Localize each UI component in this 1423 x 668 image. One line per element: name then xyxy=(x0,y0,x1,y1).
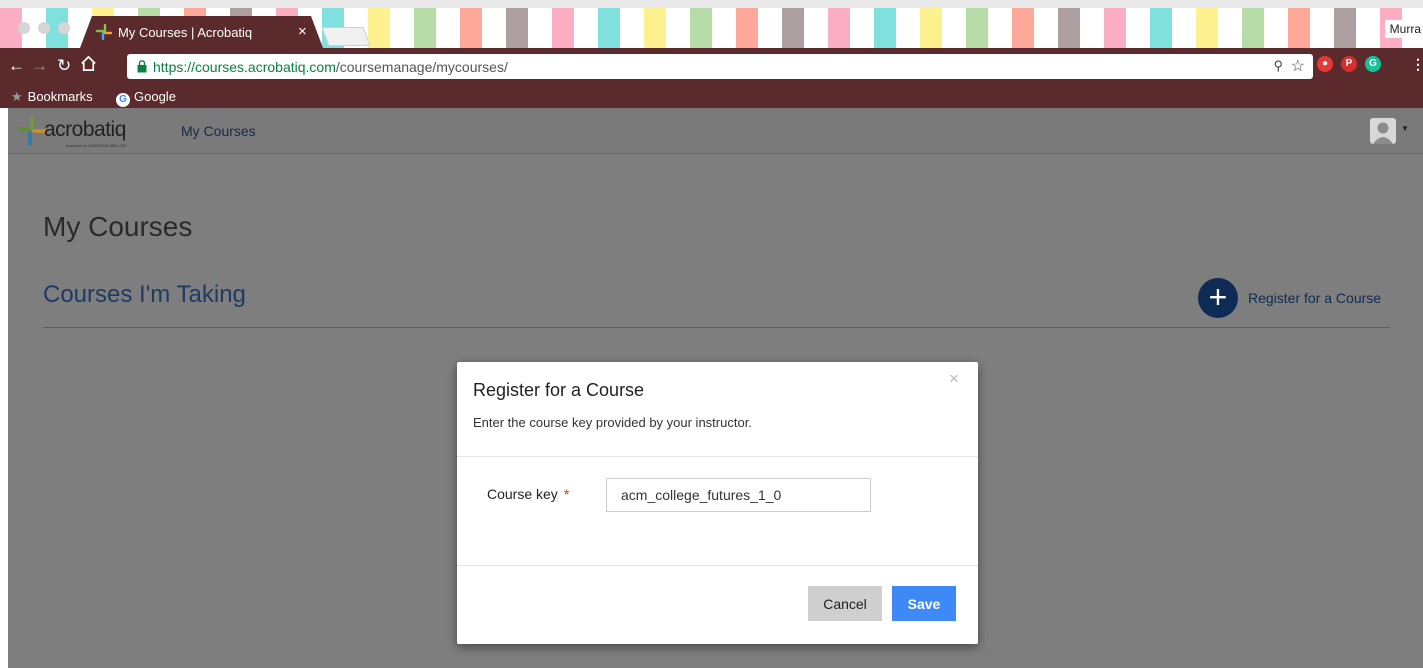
adblock-extension-icon[interactable]: ● xyxy=(1317,56,1333,72)
course-key-label: Course key * xyxy=(487,486,569,502)
nav-my-courses[interactable]: My Courses xyxy=(181,123,256,139)
page-title: My Courses xyxy=(43,211,193,242)
browser-toolbar: ← → ↻ https://courses.acrobatiq.com/cour… xyxy=(0,48,1423,88)
bookmarks-label: Bookmarks xyxy=(27,89,93,104)
required-marker: * xyxy=(563,486,570,502)
browser-tab-strip: My Courses | Acrobatiq × Murra xyxy=(0,0,1423,48)
modal-footer-divider xyxy=(457,565,978,566)
cancel-button[interactable]: Cancel xyxy=(808,586,882,621)
profile-name[interactable]: Murra xyxy=(1384,20,1423,38)
logo-wordmark: acrobatiq xyxy=(44,118,126,141)
register-course-label: Register for a Course xyxy=(1248,290,1382,306)
tab-close-icon[interactable]: × xyxy=(298,23,307,40)
window-zoom-button[interactable] xyxy=(58,22,70,34)
section-divider xyxy=(43,327,1390,328)
pinterest-extension-icon[interactable]: P xyxy=(1341,56,1357,72)
window-minimize-button[interactable] xyxy=(38,22,50,34)
tab-title: My Courses | Acrobatiq xyxy=(118,25,253,40)
modal-header-divider xyxy=(457,456,978,457)
register-course-modal: × Register for a Course Enter the course… xyxy=(457,362,978,644)
bookmark-google-label: Google xyxy=(134,89,176,104)
bookmarks-folder[interactable]: ★ Bookmarks xyxy=(11,89,93,105)
arrow-right-icon[interactable]: → xyxy=(31,56,48,76)
close-icon[interactable]: × xyxy=(949,369,959,389)
plus-circle-icon: + xyxy=(1198,278,1238,318)
acrobatiq-logo-icon xyxy=(17,116,47,146)
page-left-edge xyxy=(0,108,8,668)
url-origin: https://courses.acrobatiq.com xyxy=(153,59,336,75)
acrobatiq-logo[interactable]: acrobatiq powered by CARNEGIE MELLON xyxy=(17,116,126,151)
star-icon[interactable]: ☆ xyxy=(1291,56,1305,76)
acrobatiq-favicon-icon xyxy=(96,24,112,40)
modal-description: Enter the course key provided by your in… xyxy=(473,415,752,430)
kebab-menu-icon[interactable]: ⋮ xyxy=(1411,56,1423,73)
url-text: https://courses.acrobatiq.com/coursemana… xyxy=(153,59,508,75)
arrow-left-icon[interactable]: ← xyxy=(8,56,25,76)
browser-tab-active[interactable]: My Courses | Acrobatiq × xyxy=(80,16,323,48)
window-close-button[interactable] xyxy=(18,22,30,34)
reload-icon[interactable]: ↻ xyxy=(57,56,71,76)
address-bar[interactable]: https://courses.acrobatiq.com/coursemana… xyxy=(127,54,1313,79)
url-path: /coursemanage/mycourses/ xyxy=(335,59,508,75)
app-navbar: acrobatiq powered by CARNEGIE MELLON My … xyxy=(8,108,1423,154)
bookmark-google[interactable]: G Google xyxy=(116,89,176,107)
course-key-input[interactable] xyxy=(606,478,871,512)
google-icon: G xyxy=(116,93,130,107)
save-button[interactable]: Save xyxy=(892,586,956,621)
home-icon[interactable] xyxy=(79,54,98,78)
new-tab-button[interactable] xyxy=(321,27,371,46)
section-title: Courses I'm Taking xyxy=(43,281,246,308)
tab-strip-top-edge xyxy=(0,0,1423,8)
grammarly-extension-icon[interactable]: G xyxy=(1365,56,1381,72)
bookmark-star-icon: ★ xyxy=(11,89,23,104)
bookmarks-bar: ★ Bookmarks G Google xyxy=(0,88,1423,108)
logo-subtitle: powered by CARNEGIE MELLON xyxy=(66,143,127,148)
modal-title: Register for a Course xyxy=(473,380,645,400)
caret-down-icon[interactable]: ▼ xyxy=(1401,124,1409,133)
course-key-label-text: Course key xyxy=(487,486,558,502)
user-avatar-icon[interactable] xyxy=(1370,118,1396,144)
key-icon[interactable]: ⚲ xyxy=(1273,58,1283,74)
lock-icon xyxy=(137,60,147,73)
